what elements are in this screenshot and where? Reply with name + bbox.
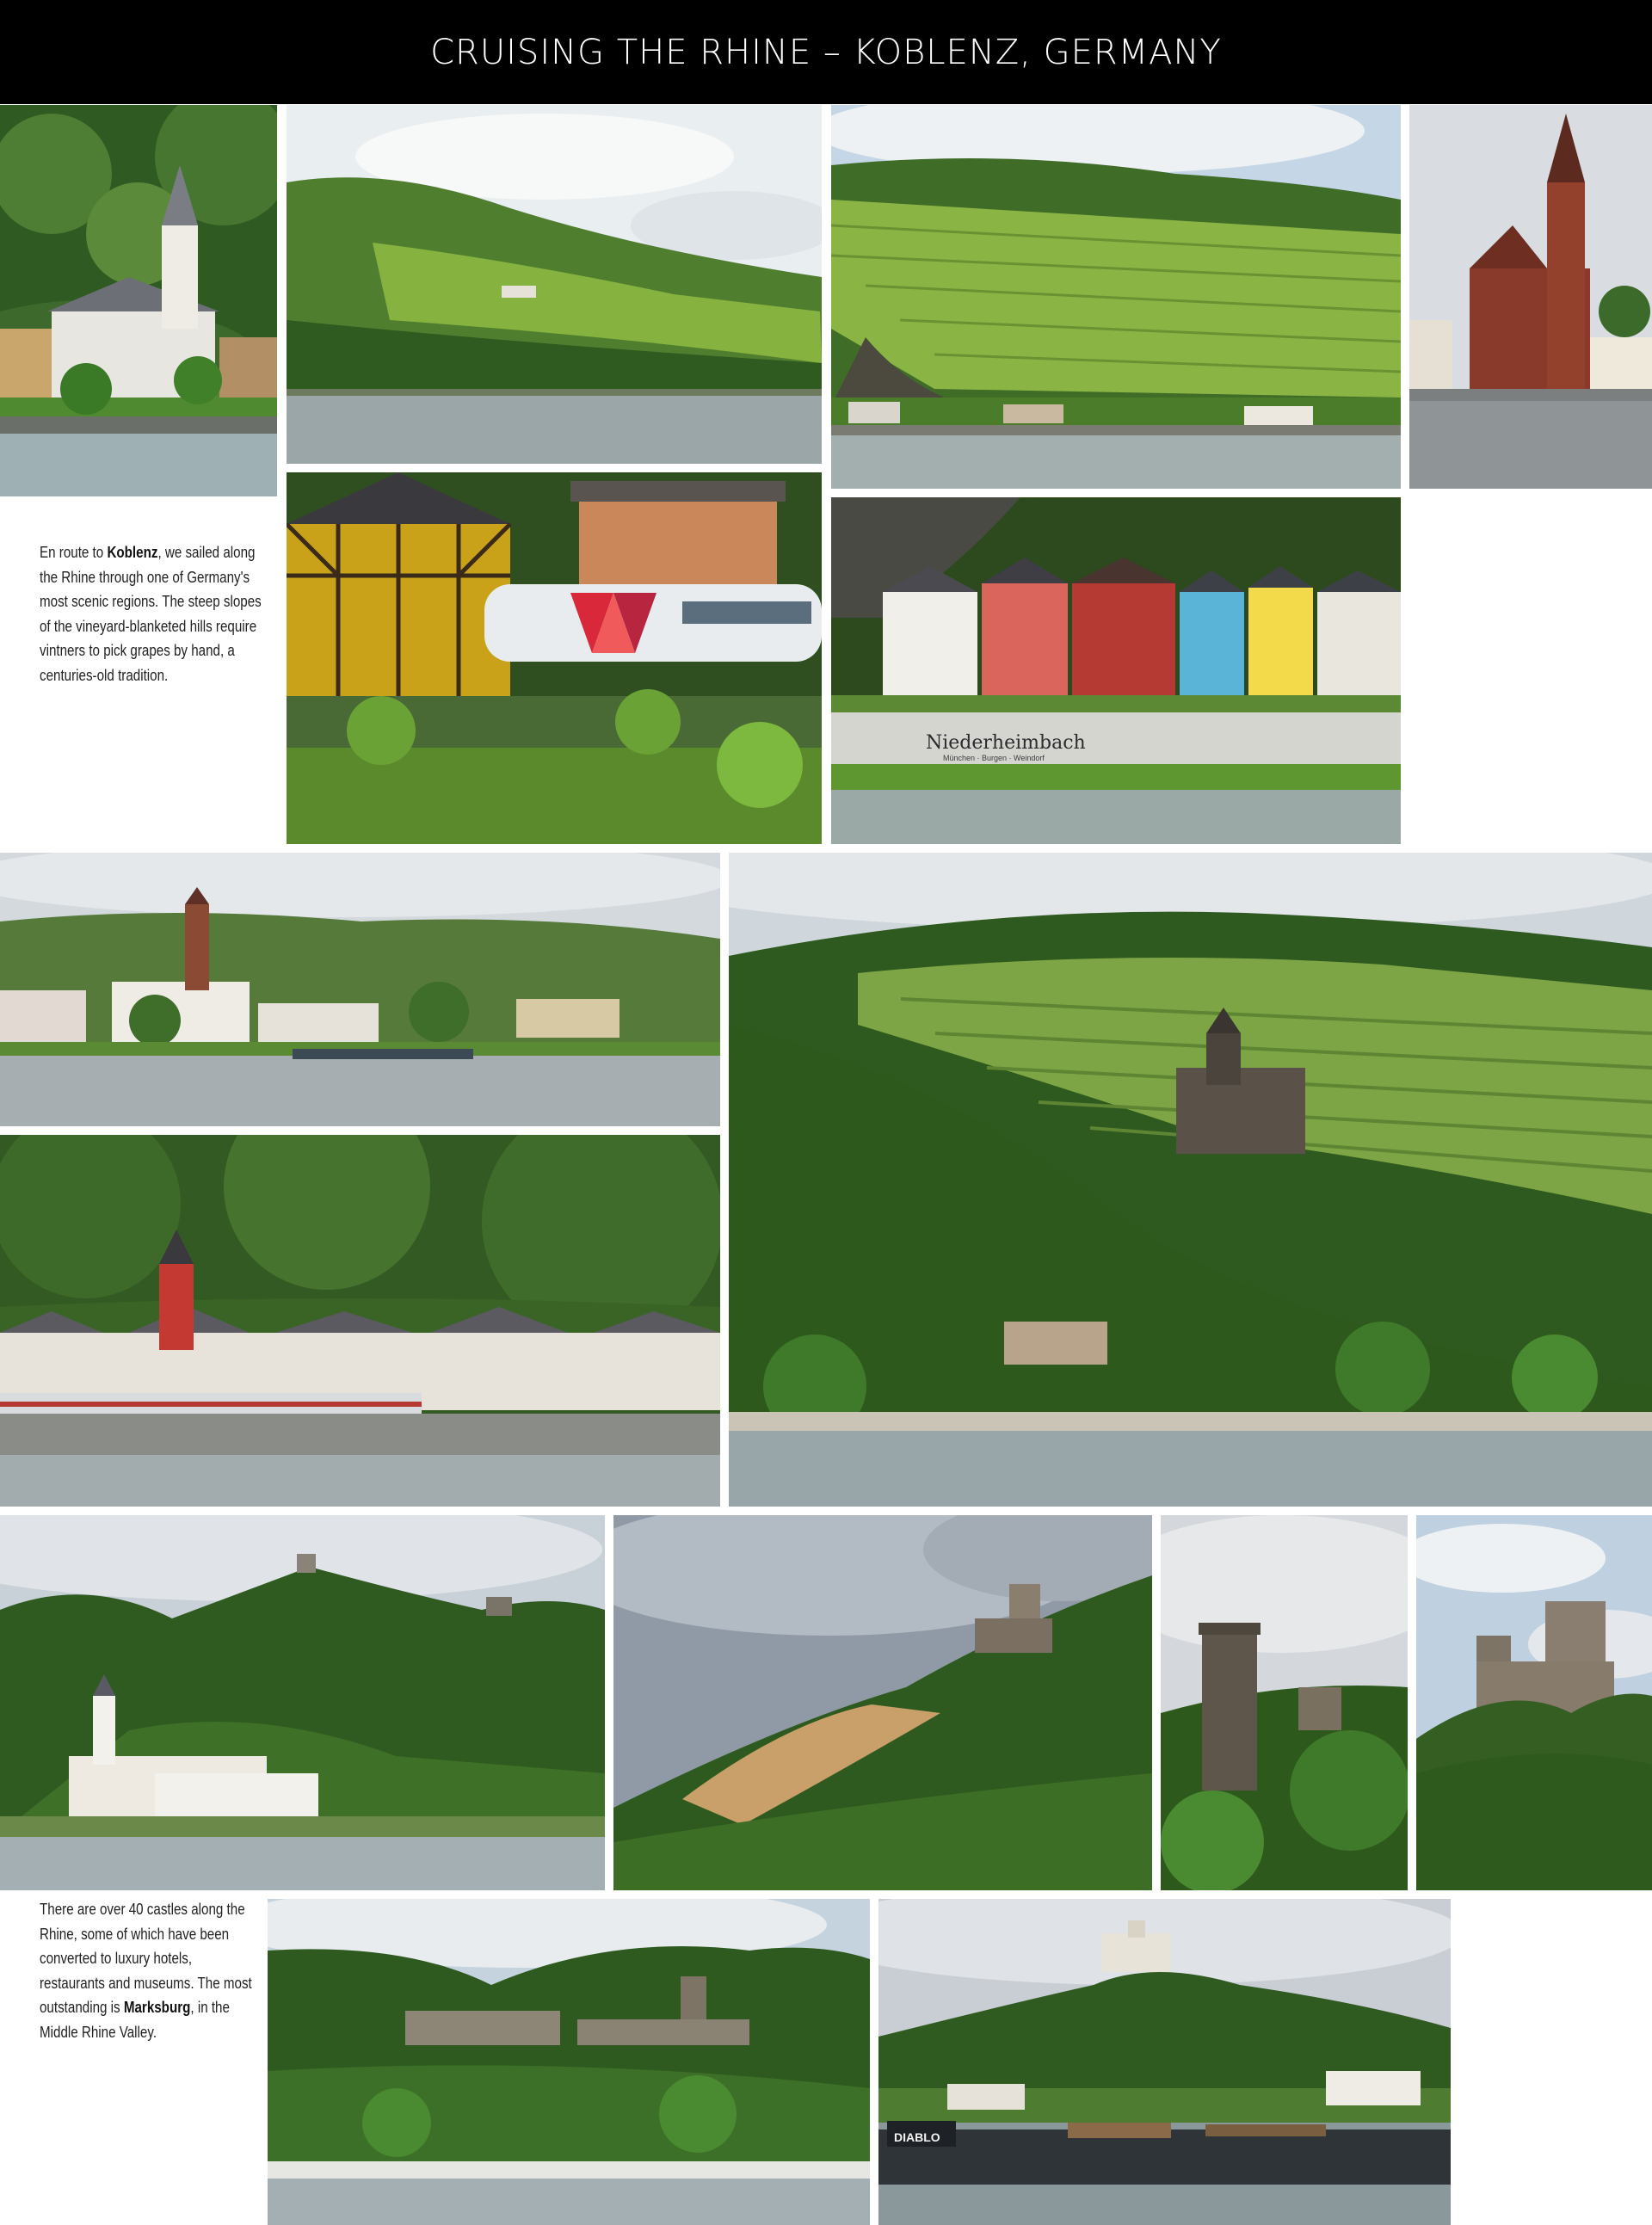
caption-koblenz-bold: Koblenz: [107, 543, 158, 561]
photo-church-village: [0, 105, 277, 496]
photo-timbered-house-train: [287, 472, 822, 844]
photo-castle-vineyard-hill: [729, 853, 1652, 1507]
page-header: CRUISING THE RHINE – KOBLENZ, GERMANY: [0, 0, 1652, 104]
caption-koblenz-post: , we sailed along the Rhine through one …: [40, 543, 262, 684]
photo-red-church: [1409, 105, 1652, 489]
caption-castles-bold: Marksburg: [123, 1998, 191, 2016]
photo-village-train: [0, 1135, 720, 1507]
photo-hill-ruins-church: [0, 1515, 605, 1890]
photo-round-tower: [1161, 1515, 1408, 1890]
barge-name: DIABLO: [894, 2130, 940, 2144]
photo-ruins-campsite: [268, 1899, 870, 2225]
photo-castle-towers: [1416, 1515, 1652, 1890]
town-sub-sign: München · Burgen · Weindorf: [943, 754, 1045, 762]
caption-koblenz-pre: En route to: [40, 543, 108, 561]
town-name-sign: Niederheimbach: [926, 732, 1086, 754]
photo-riverside-town: [0, 853, 720, 1126]
caption-koblenz: En route to Koblenz, we sailed along the…: [40, 540, 264, 687]
photo-castle-rocky-hill: [613, 1515, 1152, 1890]
photo-terraced-vineyard: [831, 105, 1401, 489]
photo-niederheimbach-houses: Niederheimbach München · Burgen · Weindo…: [831, 497, 1401, 844]
page-title: CRUISING THE RHINE – KOBLENZ, GERMANY: [430, 32, 1222, 72]
caption-castles: There are over 40 castles along the Rhin…: [40, 1897, 253, 2044]
photo-marksburg-barge: DIABLO: [878, 1899, 1451, 2225]
photo-hillside-vineyard: [287, 105, 822, 464]
